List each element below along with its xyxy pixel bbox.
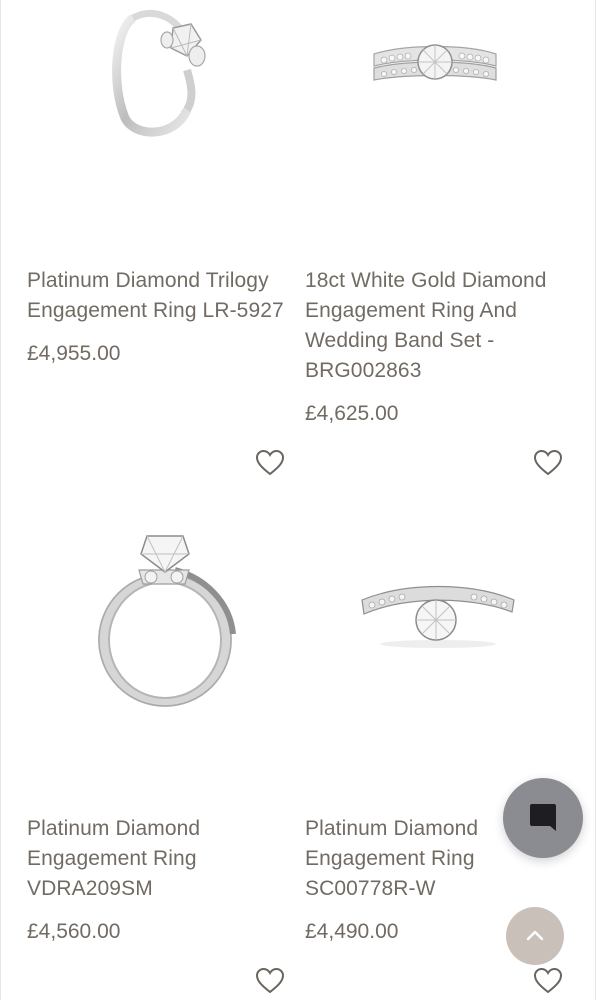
product-title-line: Platinum Diamond — [305, 817, 479, 840]
wishlist-button[interactable] — [533, 449, 563, 477]
product-title-line: Engagement Ring And — [305, 299, 518, 322]
product-price-3: £4,560.00 — [27, 920, 121, 943]
heart-icon — [533, 967, 563, 994]
product-title-2[interactable]: 18ct White Gold Diamond Engagement Ring … — [305, 266, 547, 386]
product-image-3[interactable] — [95, 522, 240, 707]
trilogy-ring-icon — [112, 9, 206, 137]
product-title-3[interactable]: Platinum Diamond Engagement Ring VDRA209… — [27, 814, 200, 904]
product-image-2[interactable] — [366, 36, 504, 96]
product-title-line: Engagement Ring — [305, 847, 475, 870]
chat-button[interactable] — [503, 778, 583, 858]
product-title-line: Platinum Diamond Trilogy — [27, 269, 269, 292]
solitaire-ring-pave-icon — [361, 585, 515, 648]
heart-icon — [255, 449, 285, 476]
product-title-line: Platinum Diamond — [27, 817, 201, 840]
chat-bubble-icon — [530, 804, 556, 831]
product-title-4[interactable]: Platinum Diamond Engagement Ring SC00778… — [305, 814, 478, 904]
ring-band-set-icon — [373, 44, 497, 81]
product-price-1: £4,955.00 — [27, 342, 121, 365]
heart-icon — [255, 967, 285, 994]
product-title-line: VDRA209SM — [27, 877, 153, 900]
product-title-line: Wedding Band Set - — [305, 329, 495, 352]
chevron-up-icon — [526, 930, 544, 941]
product-title-line: Engagement Ring LR-5927 — [27, 299, 284, 322]
wishlist-button[interactable] — [533, 967, 563, 995]
page-edge-left — [0, 0, 1, 1000]
heart-icon — [533, 449, 563, 476]
product-image-4[interactable] — [356, 572, 521, 652]
solitaire-ring-upright-icon — [98, 535, 236, 707]
product-title-line: Engagement Ring — [27, 847, 197, 870]
product-title-line: BRG002863 — [305, 359, 422, 382]
product-image-1[interactable] — [95, 0, 225, 140]
product-title-1[interactable]: Platinum Diamond Trilogy Engagement Ring… — [27, 266, 284, 326]
product-title-line: SC00778R-W — [305, 877, 436, 900]
product-title-line: 18ct White Gold Diamond — [305, 269, 547, 292]
product-price-2: £4,625.00 — [305, 402, 399, 425]
wishlist-button[interactable] — [255, 967, 285, 995]
product-price-4: £4,490.00 — [305, 920, 399, 943]
wishlist-button[interactable] — [255, 449, 285, 477]
scroll-to-top-button[interactable] — [506, 907, 564, 965]
